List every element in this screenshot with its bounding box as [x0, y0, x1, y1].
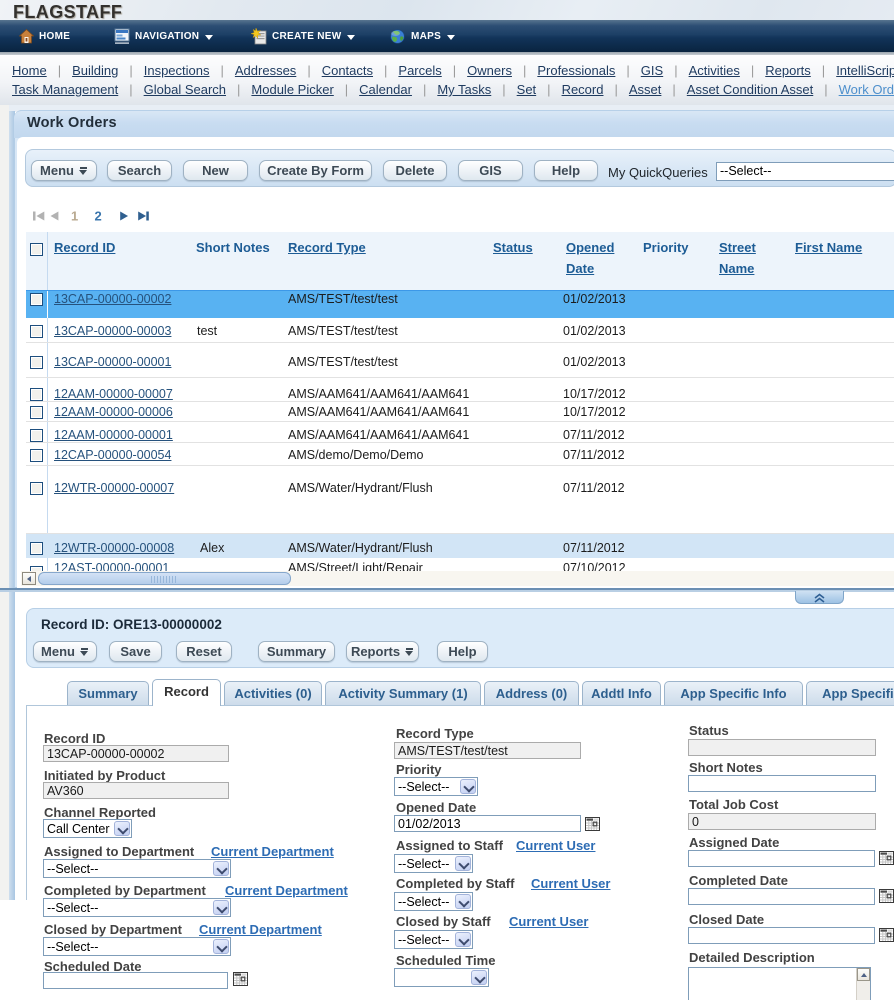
svg-text:2: 2 — [95, 209, 102, 224]
svg-text:1: 1 — [71, 209, 78, 224]
